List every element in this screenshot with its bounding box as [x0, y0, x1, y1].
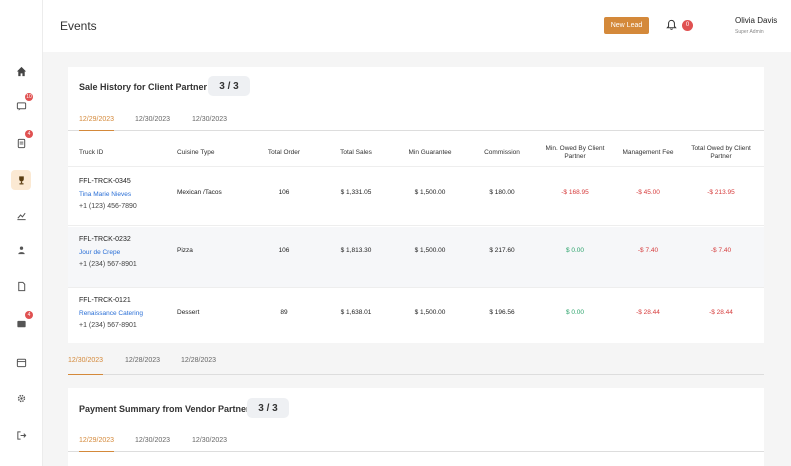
truck-name-link[interactable]: Renaissance Catering — [79, 310, 143, 317]
total-owed: -$ 213.95 — [707, 189, 735, 196]
total-order: 89 — [280, 309, 288, 316]
truck-phone: +1 (123) 456-7890 — [79, 203, 137, 210]
sale-history-tabs: 12/29/2023 12/30/2023 12/30/2023 — [68, 115, 764, 131]
min-owed: $ 0.00 — [565, 247, 585, 254]
commission: $ 196.56 — [489, 309, 515, 316]
total-order: 106 — [278, 189, 290, 196]
column-header: Total Sales — [340, 149, 372, 156]
column-header: Total Owed by Client Partner — [691, 145, 751, 160]
commission: $ 217.60 — [489, 247, 515, 254]
min-guarantee: $ 1,500.00 — [414, 189, 446, 196]
payment-summary-tabs: 12/29/2023 12/30/2023 12/30/2023 — [68, 436, 764, 452]
truck-phone: +1 (234) 567-8901 — [79, 261, 137, 268]
cuisine-type: Mexican /Tacos — [177, 189, 222, 196]
page-title: Events — [60, 19, 97, 33]
total-sales: $ 1,813.30 — [340, 247, 372, 254]
table-header: Truck ID Cuisine Type Total Order Total … — [68, 137, 764, 167]
truck-id: FFL-TRCK-0121 — [79, 297, 131, 304]
tab-date-1[interactable]: 12/29/2023 — [79, 436, 115, 452]
tab-date-3[interactable]: 12/30/2023 — [192, 436, 227, 452]
management-fee: -$ 7.40 — [637, 247, 659, 254]
document-badge: 4 — [25, 130, 33, 138]
cuisine-type: Pizza — [177, 247, 193, 254]
truck-id: FFL-TRCK-0345 — [79, 178, 131, 185]
payment-summary-title: Payment Summary from Vendor Partner — [79, 404, 250, 414]
sidebar: 10 4 4 — [0, 0, 43, 466]
column-header: Management Fee — [622, 149, 674, 156]
users-icon[interactable] — [11, 240, 31, 260]
logout-icon[interactable] — [11, 425, 31, 445]
tab-date-3[interactable]: 12/30/2023 — [192, 115, 227, 131]
user-role: Super Admin — [735, 29, 764, 35]
home-icon[interactable] — [11, 61, 31, 81]
chat-icon[interactable]: 10 — [11, 93, 33, 116]
date-tabs: 12/30/2023 12/28/2023 12/28/2023 — [68, 356, 764, 375]
min-owed: $ 0.00 — [565, 309, 585, 316]
calendar-icon[interactable] — [11, 352, 31, 372]
table-row[interactable]: FFL-TRCK-0345 Tina Marie Nieves +1 (123)… — [68, 168, 764, 226]
truck-phone: +1 (234) 567-8901 — [79, 322, 137, 329]
min-owed: -$ 168.95 — [561, 189, 589, 196]
column-header: Total Order — [267, 149, 301, 156]
column-header: Cuisine Type — [177, 149, 215, 156]
cuisine-type: Dessert — [177, 309, 200, 316]
chat-badge: 10 — [25, 93, 33, 101]
tab-date-2[interactable]: 12/30/2023 — [135, 115, 170, 131]
new-lead-button[interactable]: New Lead — [604, 17, 649, 34]
user-name[interactable]: Olivia Davis — [735, 16, 777, 25]
truck-name-link[interactable]: Tina Marie Nieves — [79, 191, 131, 198]
total-sales: $ 1,331.05 — [340, 189, 372, 196]
sale-history-card: Sale History for Client Partner 3 / 3 12… — [68, 67, 764, 343]
chart-icon[interactable] — [11, 205, 31, 225]
payment-summary-count: 3 / 3 — [247, 398, 289, 418]
total-sales: $ 1,638.01 — [340, 309, 372, 316]
table-row[interactable]: FFL-TRCK-0121 Renaissance Catering +1 (2… — [68, 289, 764, 343]
total-owed: -$ 28.44 — [709, 309, 733, 316]
column-header: Commission — [484, 149, 520, 156]
bell-icon — [664, 18, 678, 32]
management-fee: -$ 28.44 — [636, 309, 660, 316]
total-owed: -$ 7.40 — [710, 247, 732, 254]
notifications-button[interactable]: 0 — [664, 15, 696, 35]
date-tab-3[interactable]: 12/28/2023 — [181, 356, 216, 375]
tab-date-1[interactable]: 12/29/2023 — [79, 115, 115, 131]
date-tab-1[interactable]: 12/30/2023 — [68, 356, 104, 375]
gear-icon[interactable] — [11, 388, 31, 408]
table-row[interactable]: FFL-TRCK-0232 Jour de Crepe +1 (234) 567… — [68, 227, 764, 288]
top-bar: Events New Lead 0 Olivia Davis Super Adm… — [43, 0, 791, 52]
min-guarantee: $ 1,500.00 — [414, 247, 446, 254]
column-header: Min. Owed By Client Partner — [545, 145, 605, 160]
min-guarantee: $ 1,500.00 — [414, 309, 446, 316]
message-icon[interactable]: 4 — [11, 311, 33, 334]
truck-name-link[interactable]: Jour de Crepe — [79, 249, 120, 256]
payment-summary-card: Payment Summary from Vendor Partner 3 / … — [68, 388, 764, 466]
sale-history-count: 3 / 3 — [208, 76, 250, 96]
commission: $ 180.00 — [489, 189, 515, 196]
truck-id: FFL-TRCK-0232 — [79, 236, 131, 243]
file-icon[interactable] — [11, 276, 31, 296]
tab-date-2[interactable]: 12/30/2023 — [135, 436, 170, 452]
total-order: 106 — [278, 247, 290, 254]
column-header: Truck ID — [79, 149, 104, 156]
management-fee: -$ 45.00 — [636, 189, 660, 196]
trophy-icon[interactable] — [11, 170, 31, 190]
document-icon[interactable]: 4 — [11, 130, 33, 153]
notification-count: 0 — [682, 19, 693, 31]
date-tab-2[interactable]: 12/28/2023 — [125, 356, 160, 375]
column-header: Min Guarantee — [408, 149, 452, 156]
sale-history-title: Sale History for Client Partner — [79, 82, 208, 92]
message-badge: 4 — [25, 311, 33, 319]
